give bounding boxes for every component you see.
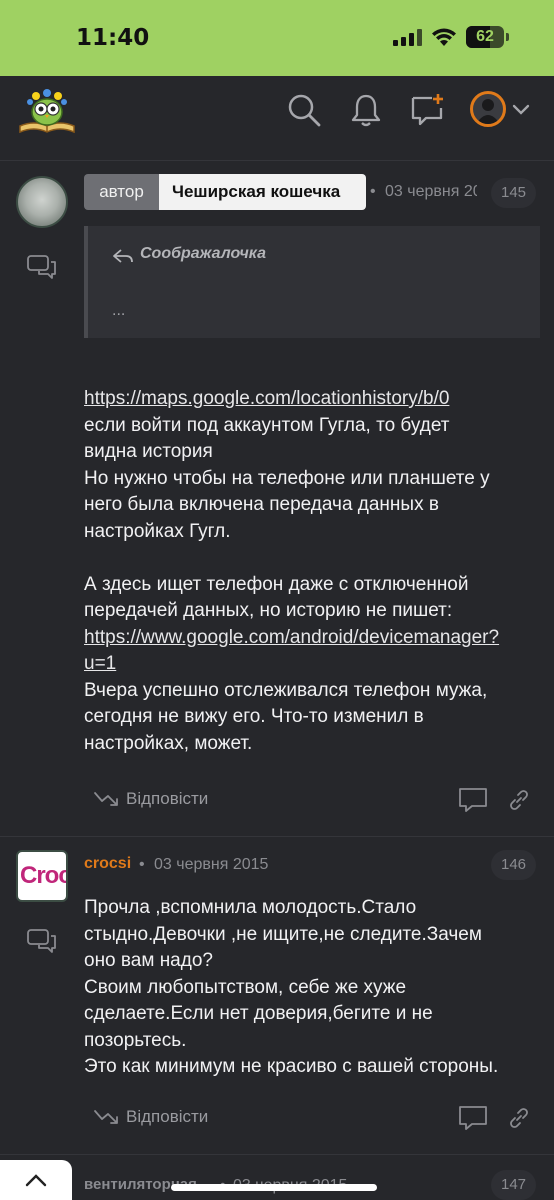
post-line: него была включена передача данных в bbox=[84, 494, 439, 515]
scroll-to-top-button[interactable] bbox=[0, 1160, 72, 1200]
user-avatar[interactable] bbox=[470, 91, 506, 127]
author-badge: автор bbox=[84, 174, 159, 210]
divider bbox=[0, 836, 554, 837]
post-number[interactable]: 145 bbox=[491, 178, 537, 208]
post-number[interactable]: 147 bbox=[491, 1170, 537, 1200]
post-line: сделаете.Если нет доверия,бегите и не bbox=[84, 1003, 433, 1024]
post-link[interactable]: https://www.google.com/android/deviceman… bbox=[84, 625, 540, 652]
post-line bbox=[84, 545, 540, 572]
status-bar: 11:40 62 bbox=[0, 0, 554, 76]
message-icon[interactable] bbox=[27, 929, 57, 953]
battery-cap bbox=[506, 33, 509, 41]
reply-label: Відповісти bbox=[126, 789, 209, 808]
quote-author-label: Соображалочка bbox=[140, 245, 266, 262]
quote-block[interactable]: Соображалочка ... bbox=[84, 226, 540, 338]
post-link[interactable]: u=1 bbox=[84, 651, 540, 678]
post-line: позорьтесь. bbox=[84, 1029, 187, 1051]
post-date[interactable]: 03 червня 2015 bbox=[154, 856, 268, 874]
post-line: настройках, может. bbox=[84, 732, 253, 754]
message-icon[interactable] bbox=[27, 255, 57, 279]
post-line: передачей данных, но историю не пишет: bbox=[84, 600, 453, 621]
owl-book-logo[interactable] bbox=[16, 86, 78, 136]
post-line: оно вам надо? bbox=[84, 950, 213, 971]
post-line: стыдно.Девочки ,не ищите,не следите.Заче… bbox=[84, 923, 482, 945]
post-link[interactable]: https://maps.google.com/locationhistory/… bbox=[84, 386, 540, 413]
post-line: сегодня не вижу его. Что-то изменил в bbox=[84, 706, 424, 727]
app-header bbox=[0, 76, 554, 148]
battery-percent: 62 bbox=[476, 28, 494, 45]
link-icon[interactable] bbox=[508, 1107, 530, 1129]
author-name[interactable]: Чеширская кошечка bbox=[159, 174, 366, 210]
reply-arrow-icon bbox=[94, 1110, 118, 1124]
comment-icon[interactable] bbox=[458, 787, 488, 813]
home-indicator bbox=[171, 1184, 377, 1191]
post-body: https://maps.google.com/locationhistory/… bbox=[84, 386, 540, 757]
post-line: если войти под аккаунтом Гугла, то будет bbox=[84, 414, 450, 436]
reply-label: Відповісти bbox=[126, 1107, 209, 1126]
battery-icon: 62 bbox=[466, 26, 504, 48]
post-line: настройках Гугл. bbox=[84, 520, 231, 542]
quote-text: ... bbox=[112, 302, 126, 319]
divider bbox=[0, 1154, 554, 1155]
post-line: Вчера успешно отслеживался телефон мужа, bbox=[84, 679, 488, 701]
post-date[interactable]: 03 червня 2015 bbox=[385, 183, 477, 201]
meta-separator: • bbox=[139, 856, 145, 873]
post-line: Прочла ,вспомнила молодость.Стало bbox=[84, 897, 417, 918]
reply-arrow-icon bbox=[94, 792, 118, 806]
post-line: видна история bbox=[84, 441, 213, 462]
avatar-text: Croc bbox=[20, 862, 68, 889]
link-icon[interactable] bbox=[508, 789, 530, 811]
chevron-up-icon bbox=[25, 1174, 47, 1187]
post-body: Прочла ,вспомнила молодость.Стало стыдно.… bbox=[84, 895, 540, 1081]
search-icon[interactable] bbox=[286, 92, 322, 128]
wifi-icon bbox=[432, 28, 456, 46]
compose-plus-icon[interactable] bbox=[410, 92, 446, 128]
meta-separator: • bbox=[370, 183, 376, 200]
cellular-signal-icon bbox=[393, 29, 422, 46]
post-line: Но нужно чтобы на телефоне или планшете … bbox=[84, 467, 490, 489]
post-line: А здесь ищет телефон даже с отключенной bbox=[84, 573, 469, 595]
author-name[interactable]: crocsi bbox=[84, 855, 131, 873]
quote-author: Соображалочка bbox=[112, 245, 266, 263]
chevron-down-icon[interactable] bbox=[512, 102, 530, 116]
comment-icon[interactable] bbox=[458, 1105, 488, 1131]
status-time: 11:40 bbox=[76, 25, 150, 51]
divider bbox=[0, 160, 554, 161]
bell-icon[interactable] bbox=[348, 92, 384, 128]
crocsi-avatar[interactable]: Croc bbox=[16, 850, 68, 902]
post-number[interactable]: 146 bbox=[491, 850, 537, 880]
alien-avatar[interactable] bbox=[16, 176, 68, 228]
post-line: Своим любопытством, себе же хуже bbox=[84, 976, 407, 998]
user-silhouette-icon bbox=[476, 99, 500, 124]
post-line: Это как минимум не красиво с вашей сторо… bbox=[84, 1056, 499, 1077]
